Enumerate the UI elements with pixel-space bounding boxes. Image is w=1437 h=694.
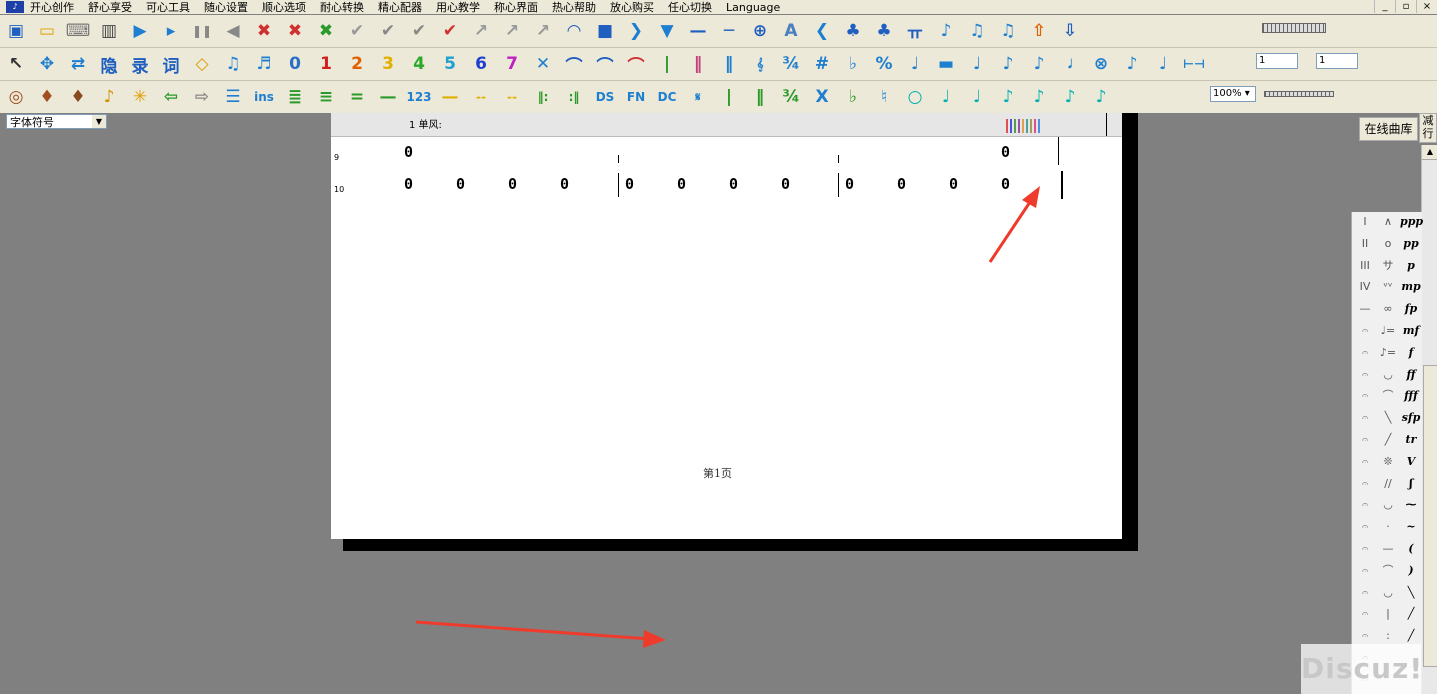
red-arrow-right-icon [415, 620, 666, 648]
red-arrow-up-icon [988, 186, 1040, 263]
watermark: Discuz! [1301, 644, 1422, 694]
annotation-arrows [415, 186, 1040, 648]
